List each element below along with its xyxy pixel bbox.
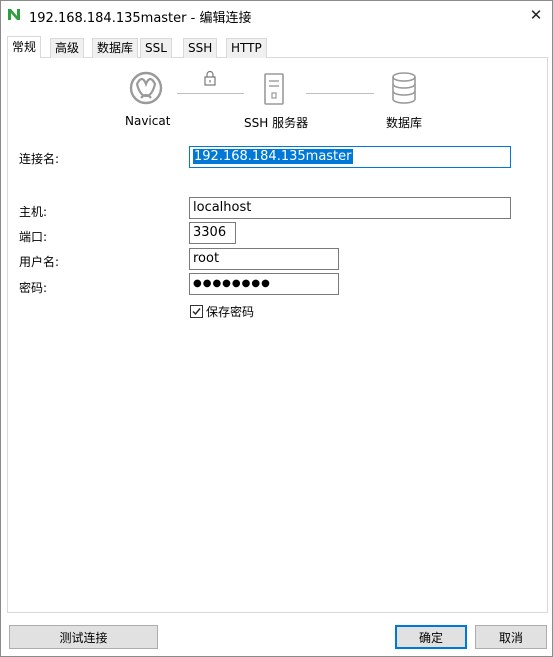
test-connection-button[interactable]: 测试连接 — [9, 625, 158, 649]
password-label: 密码: — [19, 281, 48, 295]
connection-name-label: 连接名: — [19, 152, 60, 166]
navicat-logo-icon — [128, 70, 164, 106]
navicat-app-icon — [7, 7, 21, 21]
database-label: 数据库 — [386, 116, 423, 130]
connector-line-1 — [177, 93, 244, 94]
save-password-checkbox[interactable]: 保存密码 — [190, 303, 254, 320]
title-bar[interactable]: 192.168.184.135master - 编辑连接 ✕ — [1, 1, 552, 29]
host-input[interactable]: localhost — [189, 197, 511, 219]
tab-advanced[interactable]: 高级 — [50, 38, 85, 58]
connector-line-2 — [306, 93, 374, 94]
password-input[interactable]: ●●●●●●●● — [189, 273, 339, 295]
close-button[interactable]: ✕ — [520, 1, 552, 29]
tab-databases[interactable]: 数据库 — [92, 38, 139, 58]
ssh-server-label: SSH 服务器 — [244, 116, 309, 130]
tab-ssl[interactable]: SSL — [140, 38, 172, 58]
connection-name-input[interactable]: 192.168.184.135master — [189, 146, 511, 168]
connection-name-value: 192.168.184.135master — [193, 149, 353, 164]
window-title: 192.168.184.135master - 编辑连接 — [29, 11, 252, 26]
port-label: 端口: — [19, 230, 48, 244]
tab-bar: 常规 高级 数据库 SSL SSH HTTP — [7, 36, 548, 58]
username-input[interactable]: root — [189, 248, 339, 270]
ssh-server-icon — [263, 72, 285, 106]
port-input[interactable]: 3306 — [189, 222, 236, 244]
lock-icon — [203, 70, 217, 86]
edit-connection-dialog: 192.168.184.135master - 编辑连接 ✕ 常规 高级 数据库… — [0, 0, 553, 657]
save-password-label: 保存密码 — [206, 305, 255, 319]
database-icon — [390, 71, 418, 105]
tab-http[interactable]: HTTP — [226, 38, 267, 58]
navicat-label: Navicat — [125, 114, 171, 128]
checkmark-icon — [192, 308, 201, 316]
ok-button[interactable]: 确定 — [395, 625, 467, 649]
close-icon: ✕ — [529, 6, 543, 24]
username-label: 用户名: — [19, 255, 60, 269]
tab-ssh[interactable]: SSH — [183, 38, 218, 58]
save-password-check[interactable] — [190, 305, 203, 318]
cancel-button[interactable]: 取消 — [475, 625, 547, 649]
tab-general[interactable]: 常规 — [7, 36, 42, 58]
host-label: 主机: — [19, 205, 48, 219]
general-panel: Navicat SSH 服务器 数据库 连接名: 192.168.184.135… — [7, 58, 548, 613]
